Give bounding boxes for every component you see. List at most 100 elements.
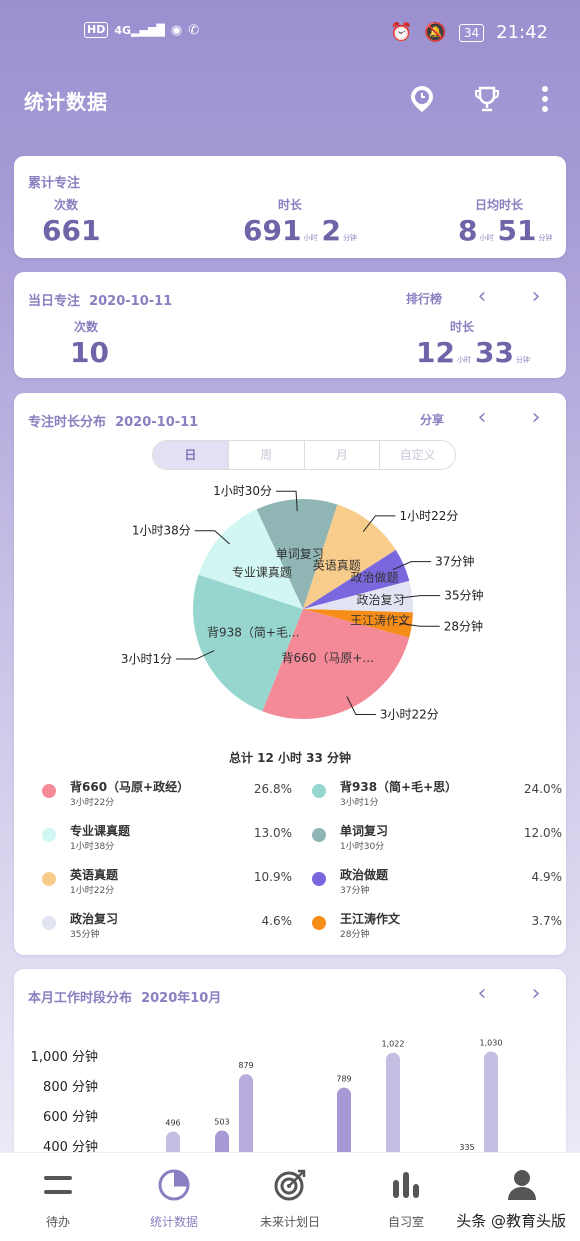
nav-label-studyroom: 自习室 bbox=[387, 1215, 424, 1229]
legend-percent: 26.8% bbox=[253, 782, 292, 796]
legend-name: 背938（简+毛+思） bbox=[340, 780, 458, 794]
legend-color-dot bbox=[42, 916, 56, 930]
pie-label-zf: 政治复习 bbox=[356, 593, 404, 607]
pie-value-label-yy: 1小时22分 bbox=[399, 509, 458, 523]
distribution-title: 专注时长分布 2020-10-11 bbox=[28, 411, 198, 430]
unit-minute: 分钟 bbox=[515, 356, 530, 364]
globe-icon: ◉ bbox=[170, 22, 183, 38]
menu-icon bbox=[38, 1165, 78, 1205]
hd-indicator: HD bbox=[84, 22, 109, 38]
count-value: 661 bbox=[42, 214, 101, 247]
next-chevron-icon[interactable]: › bbox=[524, 407, 548, 431]
tab-custom[interactable]: 自定义 bbox=[380, 441, 455, 469]
nav-item-future[interactable]: 未来计划日 bbox=[232, 1153, 348, 1241]
daily-hours: 8 bbox=[458, 214, 478, 247]
legend-percent: 4.9% bbox=[531, 870, 563, 884]
legend-duration: 37分钟 bbox=[340, 886, 370, 896]
next-day-chevron-icon[interactable]: › bbox=[524, 286, 548, 310]
pie-value-label-zyk: 1小时38分 bbox=[132, 524, 191, 538]
legend-name: 英语真题 bbox=[70, 868, 119, 882]
monthly-title: 本月工作时段分布 2020年10月 bbox=[28, 987, 221, 1006]
status-left: HD 4G▂▄▆█ ◉ ✆ bbox=[84, 22, 199, 38]
next-month-chevron-icon[interactable]: › bbox=[524, 983, 548, 1007]
pie-label-wj: 王江涛作文 bbox=[350, 612, 410, 627]
daily-duration-hours: 12 bbox=[416, 336, 455, 369]
legend-color-dot bbox=[312, 828, 326, 842]
legend-color-dot bbox=[312, 916, 326, 930]
y-tick-label: 1,000 分钟 bbox=[31, 1049, 98, 1065]
time: 21:42 bbox=[496, 22, 548, 43]
count-label: 次数 bbox=[54, 198, 79, 212]
bar-value-label: 1,030 bbox=[480, 1039, 503, 1048]
pie-value-label-dc: 1小时30分 bbox=[213, 484, 272, 498]
legend-duration: 3小时22分 bbox=[70, 798, 115, 808]
pie-value-label-p938: 3小时1分 bbox=[121, 652, 172, 666]
alarm-icon: ⏰ bbox=[390, 22, 413, 43]
pie-chart: 单词复习英语真题政治做题政治复习王江涛作文背660（马原+...背938（简+毛… bbox=[121, 484, 484, 721]
unit-hour: 小时 bbox=[456, 356, 471, 364]
pie-label-zyk: 专业课真题 bbox=[232, 565, 292, 580]
app-bar: 统计数据 bbox=[0, 64, 580, 136]
bar-value-label: 503 bbox=[214, 1118, 229, 1127]
nav-item-todo[interactable]: 待办 bbox=[0, 1153, 116, 1241]
tab-month[interactable]: 月 bbox=[305, 441, 381, 469]
battery-icon: 34 bbox=[458, 23, 485, 42]
y-tick-label: 800 分钟 bbox=[43, 1079, 98, 1095]
target-icon bbox=[270, 1165, 310, 1205]
daily-card: 当日专注 2020-10-11 排行榜 ‹ › 次数 10 时长 12 小时 33 分… bbox=[14, 272, 566, 378]
distribution-title-text: 专注时长分布 bbox=[28, 415, 107, 430]
legend-color-dot bbox=[312, 872, 326, 886]
daily-minutes: 51 bbox=[497, 214, 537, 247]
tab-week[interactable]: 周 bbox=[229, 441, 305, 469]
legend-percent: 3.7% bbox=[531, 914, 563, 928]
page-title: 统计数据 bbox=[24, 90, 108, 114]
legend-item: 背660（马原+政经） 3小时22分 26.8% bbox=[42, 778, 292, 814]
more-icon[interactable] bbox=[528, 82, 562, 116]
legend-color-dot bbox=[42, 828, 56, 842]
prev-month-chevron-icon[interactable]: ‹ bbox=[470, 983, 494, 1007]
legend-percent: 4.6% bbox=[261, 914, 293, 928]
unit-minute: 分钟 bbox=[538, 234, 553, 242]
monthly-title-text: 本月工作时段分布 bbox=[28, 991, 133, 1006]
trophy-icon[interactable] bbox=[470, 82, 504, 116]
legend-item: 政治做题 37分钟 4.9% bbox=[312, 866, 562, 902]
legend-percent: 13.0% bbox=[253, 826, 292, 840]
person-icon bbox=[502, 1165, 542, 1205]
network-type: 4G bbox=[114, 23, 132, 37]
pie-label-zz: 政治做题 bbox=[350, 570, 398, 585]
nav-item-studyroom[interactable]: 自习室 bbox=[348, 1153, 464, 1241]
unit-hour: 小时 bbox=[303, 234, 318, 242]
legend-color-dot bbox=[312, 784, 326, 798]
legend-duration: 1小时38分 bbox=[70, 842, 115, 852]
period-tabs: 日 周 月 自定义 bbox=[152, 440, 456, 470]
nav-item-stats[interactable]: 统计数据 bbox=[116, 1153, 232, 1241]
daily-duration-value: 12 小时 33 分钟 bbox=[416, 336, 534, 369]
watermark: 头条 @教育头版 bbox=[456, 1212, 566, 1230]
legend-duration: 3小时1分 bbox=[340, 798, 379, 808]
cumulative-card: 累计专注 次数 661 时长 691 小时 2 分钟 日均时长 8 小时 51 分钟 bbox=[14, 156, 566, 258]
bar-chart-icon bbox=[386, 1165, 426, 1205]
clock-icon[interactable] bbox=[405, 82, 439, 116]
legend-duration: 1小时22分 bbox=[70, 886, 115, 896]
daily-count-label: 次数 bbox=[74, 320, 99, 334]
legend-item: 单词复习 1小时30分 12.0% bbox=[312, 822, 562, 858]
duration-hours: 691 bbox=[243, 214, 302, 247]
prev-chevron-icon[interactable]: ‹ bbox=[470, 407, 494, 431]
share-link[interactable]: 分享 bbox=[420, 411, 444, 428]
prev-day-chevron-icon[interactable]: ‹ bbox=[470, 286, 494, 310]
legend-duration: 28分钟 bbox=[340, 930, 370, 940]
tab-day[interactable]: 日 bbox=[153, 441, 229, 469]
legend-item: 英语真题 1小时22分 10.9% bbox=[42, 866, 292, 902]
distribution-date: 2020-10-11 bbox=[115, 415, 199, 430]
legend-item: 王江涛作文 28分钟 3.7% bbox=[312, 910, 562, 946]
legend-item: 专业课真题 1小时38分 13.0% bbox=[42, 822, 292, 858]
ranking-link[interactable]: 排行榜 bbox=[406, 290, 442, 307]
cumulative-title: 累计专注 bbox=[28, 176, 81, 191]
legend-item: 背938（简+毛+思） 3小时1分 24.0% bbox=[312, 778, 562, 814]
daily-title: 当日专注 2020-10-11 bbox=[28, 290, 172, 309]
bar-value-label: 335 bbox=[459, 1143, 474, 1152]
unit-hour: 小时 bbox=[479, 234, 494, 242]
pie-label-p660: 背660（马原+... bbox=[281, 651, 373, 665]
daily-avg-value: 8 小时 51 分钟 bbox=[458, 214, 556, 247]
legend-name: 背660（马原+政经） bbox=[70, 780, 190, 794]
